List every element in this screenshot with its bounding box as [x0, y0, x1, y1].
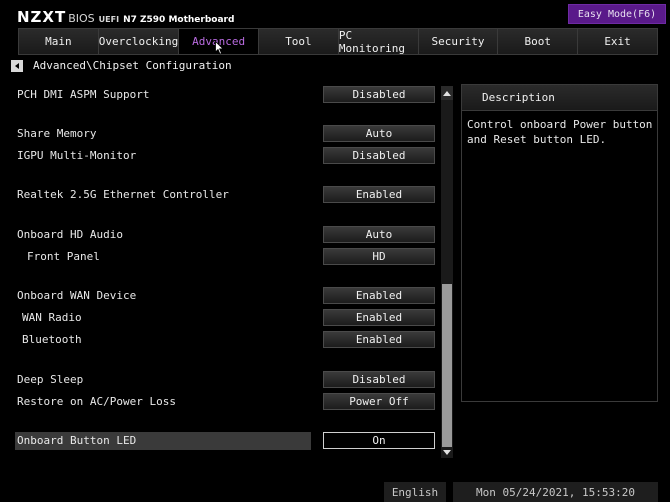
setting-label-realtek-ethernet: Realtek 2.5G Ethernet Controller	[17, 188, 229, 201]
setting-value-restore-ac-power-loss[interactable]: Power Off	[323, 393, 435, 410]
setting-value-onboard-hd-audio[interactable]: Auto	[323, 226, 435, 243]
tab-pc-monitoring[interactable]: PC Monitoring	[338, 29, 419, 55]
setting-value-deep-sleep[interactable]: Disabled	[323, 371, 435, 388]
setting-value-share-memory[interactable]: Auto	[323, 125, 435, 142]
setting-label-onboard-hd-audio: Onboard HD Audio	[17, 228, 123, 241]
setting-label-bluetooth: Bluetooth	[22, 333, 82, 346]
setting-label-deep-sleep: Deep Sleep	[17, 373, 84, 386]
nzxt-logo: NZXT	[17, 8, 67, 26]
header-bar: NZXT BIOS UEFI N7 Z590 Motherboard Easy …	[0, 0, 670, 28]
brand: NZXT BIOS UEFI N7 Z590 Motherboard	[17, 8, 234, 26]
setting-label-pch-dmi-aspm: PCH DMI ASPM Support	[17, 88, 150, 101]
breadcrumb: Advanced\Chipset Configuration	[11, 59, 232, 72]
tab-exit[interactable]: Exit	[578, 29, 657, 54]
easy-mode-button[interactable]: Easy Mode(F6)	[568, 4, 666, 24]
setting-value-onboard-button-led[interactable]: On	[323, 432, 435, 449]
tab-tool[interactable]: Tool	[259, 29, 339, 54]
description-panel: Description Control onboard Power button…	[461, 84, 658, 402]
description-text: Control onboard Power button and Reset b…	[467, 118, 653, 146]
setting-label-onboard-wan-device: Onboard WAN Device	[17, 289, 137, 302]
setting-label-share-memory: Share Memory	[17, 127, 97, 140]
bios-label: BIOS	[68, 12, 95, 25]
uefi-label: UEFI	[98, 15, 120, 24]
tab-overclocking[interactable]: Overclocking	[98, 29, 180, 54]
description-title: Description	[462, 85, 657, 111]
language-selector[interactable]: English	[384, 482, 446, 502]
setting-label-onboard-button-led: Onboard Button LED	[17, 434, 137, 447]
main-tabs: Main Overclocking Advanced Tool PC Monit…	[18, 28, 658, 55]
scrollbar-thumb[interactable]	[442, 284, 452, 447]
tab-boot[interactable]: Boot	[498, 29, 579, 54]
setting-value-front-panel[interactable]: HD	[323, 248, 435, 265]
mouse-cursor-icon	[215, 41, 224, 55]
breadcrumb-path: Advanced\Chipset Configuration	[33, 59, 232, 72]
scroll-down-arrow-icon[interactable]	[441, 446, 453, 458]
setting-value-wan-radio[interactable]: Enabled	[323, 309, 435, 326]
setting-value-igpu-multi-monitor[interactable]: Disabled	[323, 147, 435, 164]
back-arrow-icon[interactable]	[11, 59, 23, 72]
board-name: N7 Z590 Motherboard	[123, 15, 235, 25]
setting-value-realtek-ethernet[interactable]: Enabled	[323, 186, 435, 203]
setting-label-front-panel: Front Panel	[27, 250, 100, 263]
setting-label-restore-ac-power-loss: Restore on AC/Power Loss	[17, 395, 176, 408]
setting-label-igpu-multi-monitor: IGPU Multi-Monitor	[17, 149, 137, 162]
tab-security[interactable]: Security	[418, 29, 499, 54]
tab-main[interactable]: Main	[19, 29, 99, 54]
setting-value-onboard-wan-device[interactable]: Enabled	[323, 287, 435, 304]
date-time-display: Mon 05/24/2021, 15:53:20	[453, 482, 658, 502]
scroll-up-arrow-icon[interactable]	[441, 86, 453, 100]
setting-value-bluetooth[interactable]: Enabled	[323, 331, 435, 348]
setting-value-pch-dmi-aspm[interactable]: Disabled	[323, 86, 435, 103]
setting-label-wan-radio: WAN Radio	[22, 311, 82, 324]
